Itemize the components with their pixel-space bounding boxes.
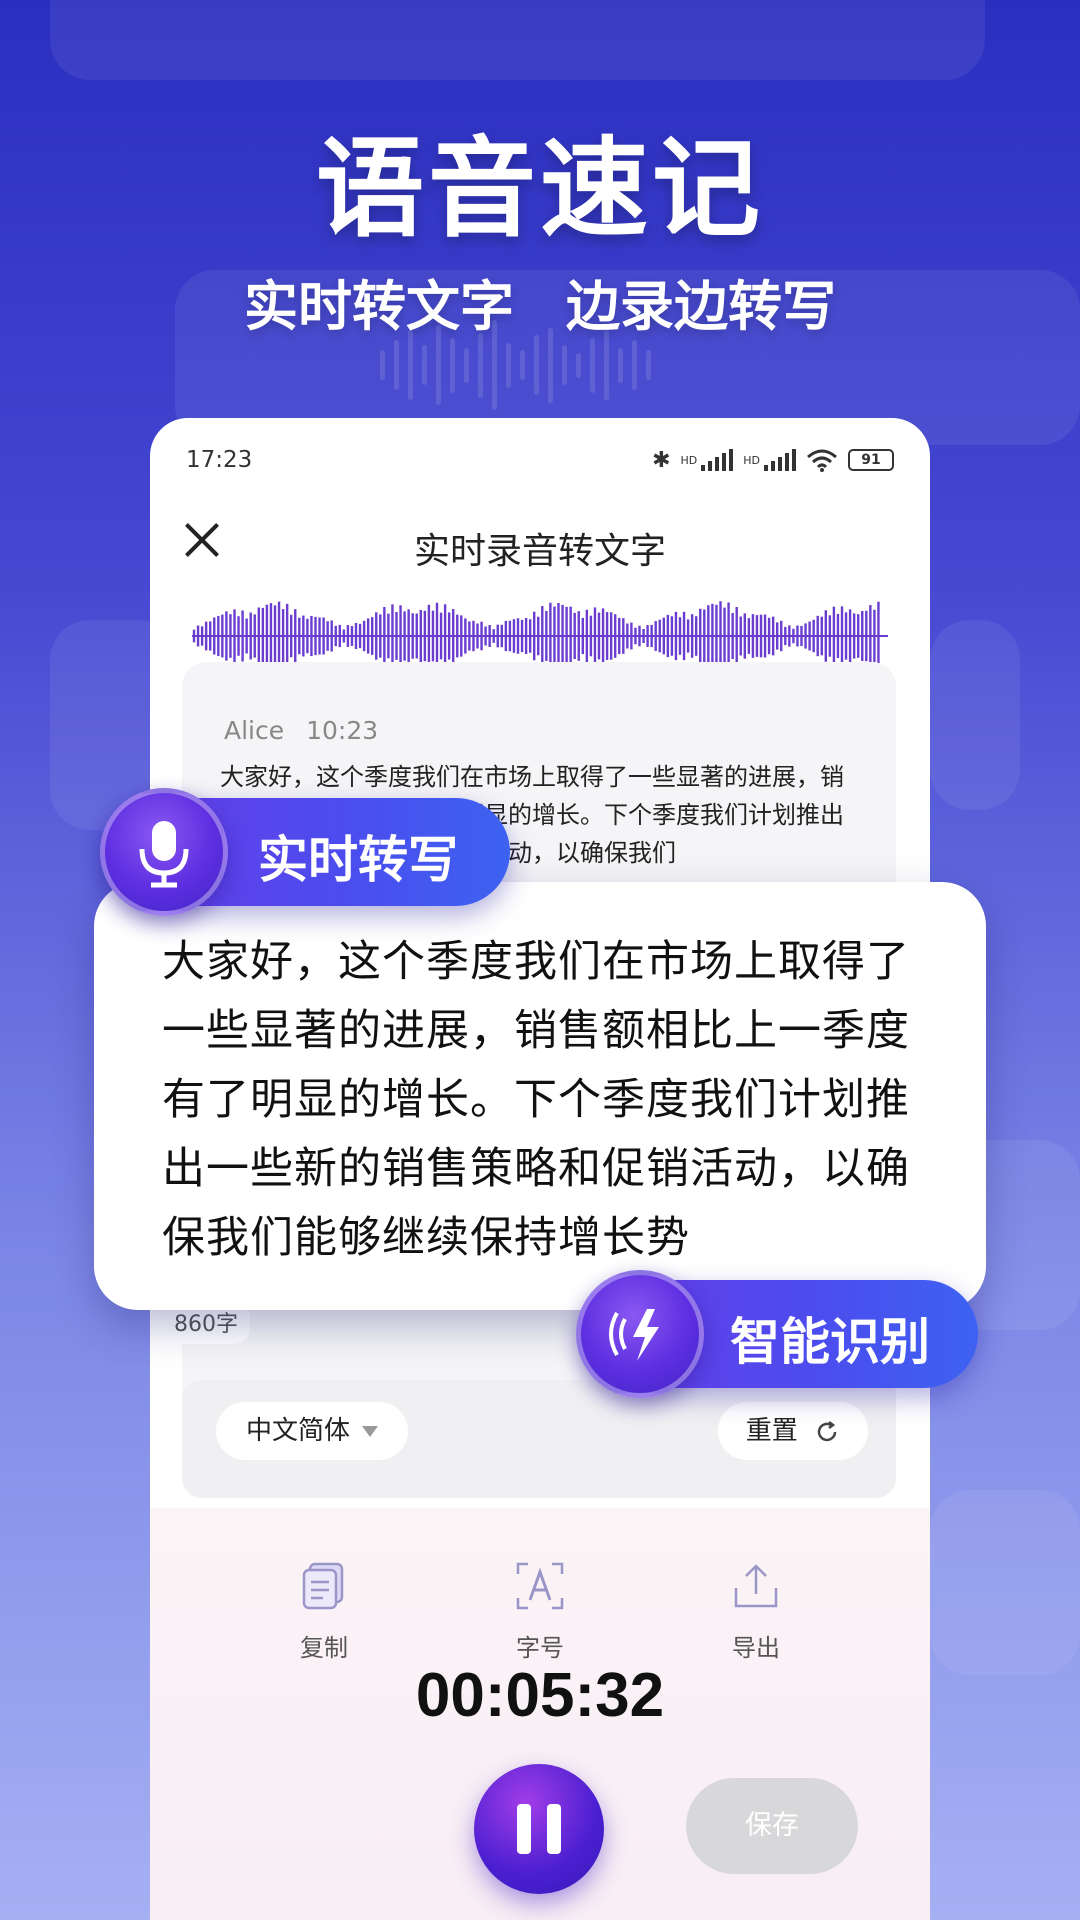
highlight-transcript-text: 大家好，这个季度我们在市场上取得了一些显著的进展，销售额相比上一季度有了明显的增… — [162, 937, 910, 1263]
language-value: 中文简体 — [246, 1416, 351, 1446]
recognition-badge-circle — [576, 1270, 704, 1398]
speaker-name: Alice — [224, 716, 285, 745]
reset-button[interactable]: 重置 — [717, 1402, 868, 1460]
signal-icon-2 — [764, 449, 796, 471]
font-size-button[interactable]: 字号 — [480, 1558, 600, 1663]
transcript-timestamp: 10:23 — [306, 716, 379, 745]
hd-label-2: HD — [743, 453, 760, 467]
hero-subtitle-left: 实时转文字 — [244, 275, 514, 338]
language-controls: 中文简体 重置 — [182, 1380, 896, 1498]
dropdown-caret-icon — [362, 1426, 379, 1437]
bg-bubble-right-bottom — [930, 1490, 1080, 1675]
bg-bubble-top — [50, 0, 985, 80]
status-icons: ✱ HD HD 91 — [652, 448, 894, 473]
export-button[interactable]: 导出 — [696, 1558, 816, 1663]
refresh-icon — [817, 1420, 837, 1441]
top-bar: 实时录音转文字 — [150, 498, 930, 588]
bluetooth-icon: ✱ — [652, 447, 671, 473]
transcript-header: Alice 10:23 — [224, 716, 378, 745]
save-button[interactable]: 保存 — [686, 1778, 858, 1874]
wifi-icon — [807, 449, 837, 472]
copy-label: 复制 — [300, 1634, 348, 1662]
hd-label-1: HD — [680, 453, 698, 467]
realtime-badge: 实时转写 — [100, 788, 510, 916]
reset-label: 重置 — [745, 1416, 798, 1446]
smart-recognition-badge: 智能识别 — [576, 1270, 978, 1398]
smart-recognition-label: 智能识别 — [730, 1313, 930, 1371]
pause-bar-right — [547, 1804, 561, 1854]
recording-toolbar: 复制 字号 导出 00:05:32 保存 — [150, 1508, 930, 1920]
language-select[interactable]: 中文简体 — [216, 1402, 409, 1460]
copy-button[interactable]: 复制 — [264, 1558, 384, 1663]
copy-icon — [302, 1562, 344, 1610]
battery-icon: 91 — [848, 449, 894, 471]
signal-icon — [701, 449, 734, 471]
microphone-icon — [139, 821, 189, 888]
pause-bar-left — [517, 1804, 531, 1854]
sound-recognition-icon — [609, 1309, 659, 1361]
bg-bubble-right — [930, 620, 1020, 810]
recording-timer: 00:05:32 — [415, 1661, 665, 1730]
status-bar: 17:23 ✱ HD HD 91 — [186, 440, 894, 480]
realtime-badge-label: 实时转写 — [258, 831, 458, 889]
font-size-label: 字号 — [516, 1634, 564, 1662]
hero-title: 语音速记 — [315, 127, 764, 252]
highlight-transcript-card: 大家好，这个季度我们在市场上取得了一些显著的进展，销售额相比上一季度有了明显的增… — [94, 882, 986, 1310]
font-size-icon — [516, 1562, 564, 1610]
microphone-badge-circle — [100, 788, 228, 916]
page-title: 实时录音转文字 — [413, 531, 666, 572]
hero-subtitle: 实时转文字 边录边转写 — [0, 262, 1080, 341]
hero-subtitle-right: 边录边转写 — [566, 275, 836, 338]
status-time: 17:23 — [186, 447, 253, 473]
export-icon — [734, 1564, 778, 1608]
export-label: 导出 — [732, 1634, 780, 1662]
pause-button[interactable] — [474, 1764, 604, 1894]
